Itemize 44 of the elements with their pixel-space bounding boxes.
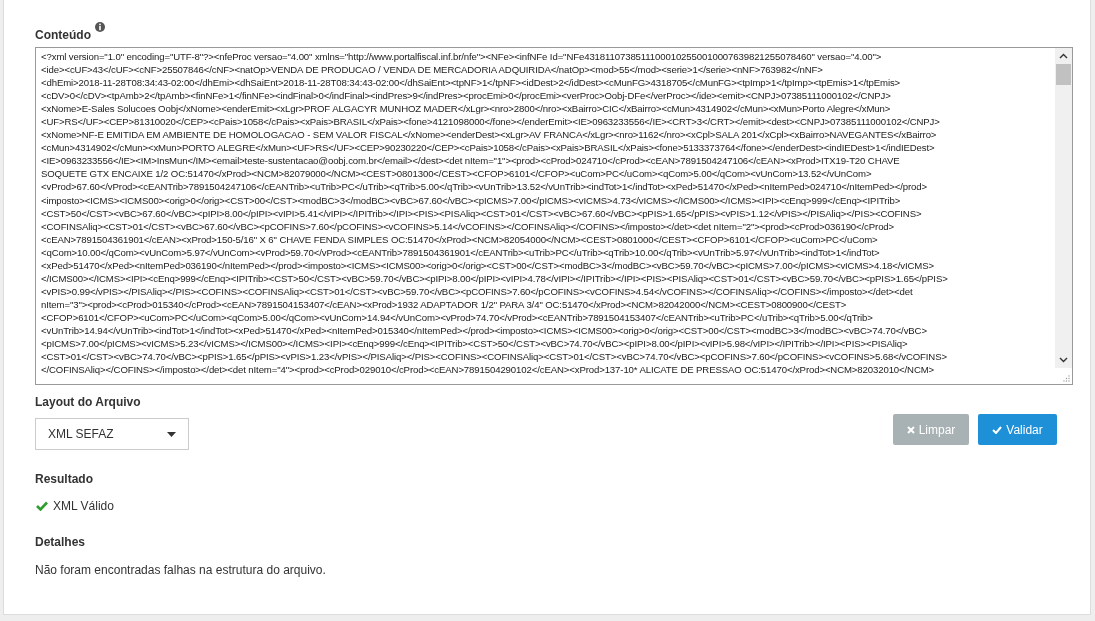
xml-line: <cMun>4314902</cMun><xMun>PORTO ALEGRE</xMun><UF>RS</UF><CEP>90230220</CEP><cPais>1058</cPais><xPais>BRASIL</xPais><fone>5133373764</fone></enderDest><indIEDest>1</indIEDest> bbox=[41, 141, 936, 155]
xml-line: <xPed>51470</xPed><nItemPed>036190</nItemPed></prod><imposto><ICMS><ICMS00><orig>0</orig><CST>00</CST><modBC>3</modBC><vBC>59.70</vBC><pICMS>7.00</pICMS><vICMS>4.18</vICMS> bbox=[41, 258, 935, 272]
result-text: XML Válido bbox=[53, 499, 114, 513]
xml-line: <IE>0963233556</IE><IM>InsMun</IM><email>teste-sustentacao@oobj.com.br</email></dest><det nItem="1"><prod><cProd>024710</cProd><cEAN>7891504247106</cEAN><xProd>ITX19-T20 CHAVE bbox=[41, 154, 901, 168]
xml-line: <CST>01</CST><vBC>74.70</vBC><pPIS>1.65</pPIS><vPIS>1.23</vPIS></PISAliq></PIS><COFINS><COFINSAliq><CST>01</CST><vBC>74.70</vBC><pCOFINS>7.60</pCOFINS><vCOFINS>5.68</vCOFINS> bbox=[41, 350, 948, 364]
scrollbar-thumb[interactable] bbox=[1056, 64, 1071, 85]
xml-line: <ide><cUF>43</cUF><cNF>25507846</cNF><natOp>VENDA DE PRODUCAO / VENDA DE MERCADORIA ADQUIRIDA</natOp><mod>55</mod><serie>1</serie><nNF>763982</nNF> bbox=[41, 63, 824, 77]
xml-line: SOQUETE GTX ENCAIXE 1/2 OC:51470</xProd><NCM>82079000</NCM><CEST>0801300</CEST><CFOP>6101</CFOP><uCom>PC</uCom><qCom>5.00</qCom><vUnCom>13.52</vUnCom> bbox=[41, 167, 873, 181]
xml-line: </ICMS00></ICMS><IPI><cEnq>999</cEnq><IPITrib><CST>50</CST><vBC>59.70</vBC><pIPI>8.00</pIPI><vIPI>4.78</vIPI></IPITrib></IPI><PIS><PISAliq><CST>01</CST><vBC>59.70</vBC><pPIS>1.65</pPIS> bbox=[41, 271, 949, 285]
xml-line: <cEAN>7891504361901</cEAN><xProd>150-5/16" X 6" CHAVE FENDA SIMPLES OC:51470</xProd><NCM>82054000</NCM><CEST>0801000</CEST><CFOP>6101</CFOP><uCom>PC</uCom> bbox=[41, 232, 879, 246]
xml-line: <vPIS>0.99</vPIS></PISAliq></PIS><COFINS><COFINSAliq><CST>01</CST><vBC>59.70</vBC><pCOFINS>7.60</pCOFINS><vCOFINS>4.54</vCOFINS></COFINSAliq></COFINS></imposto></det><det bbox=[41, 284, 914, 298]
validate-button[interactable]: Validar bbox=[978, 414, 1057, 445]
xml-line: <CFOP>6101</CFOP><uCom>PC</uCom><qCom>5.00</qCom><vUnCom>14.94</vUnCom><vProd>74.70</vProd><cEANTrib>7891504153407</cEANTrib><uTrib>PC</uTrib><qTrib>5.00</qTrib> bbox=[41, 310, 874, 324]
close-icon bbox=[906, 425, 915, 434]
xml-line: <qCom>10.00</qCom><vUnCom>5.97</vUnCom><vProd>59.70</vProd><cEANTrib>7891504361901</cEANTrib><uTrib>PC</uTrib><qTrib>10.00</qTrib><vUnTrib>5.97</vUnTrib><indTot>1</indTot> bbox=[41, 245, 881, 259]
xml-line: </COFINSAliq></COFINS></imposto></det><det nItem="4"><prod><cProd>029010</cProd><cEAN>7891504290102</cEAN><xProd>137-10* ALICATE DE PRESSAO OC:51470</xProd><NCM>82032010</NCM> bbox=[41, 363, 936, 377]
xml-line: <CST>50</CST><vBC>67.60</vBC><pIPI>8.00</pIPI><vIPI>5.41</vIPI></IPITrib></IPI><PIS><PISAliq><CST>01</CST><vBC>67.60</vBC><pPIS>1.65</pPIS><vPIS>1.12</vPIS></PISAliq></PIS><COFINS> bbox=[41, 206, 923, 220]
xml-text-area[interactable] bbox=[35, 47, 1073, 385]
xml-line: <vProd>67.60</vProd><cEANTrib>7891504247106</cEANTrib><uTrib>PC</uTrib><qTrib>5.00</qTrib><vUnTrib>13.52</vUnTrib><indTot>1</indTot><xPed>51470</xPed><nItemPed>024710</nItemPed></prod> bbox=[41, 180, 929, 194]
clear-button[interactable]: Limpar bbox=[893, 414, 969, 445]
field-label: Conteúdo bbox=[35, 28, 91, 42]
caret-icon bbox=[167, 431, 176, 437]
xml-line: <dhEmi>2018-11-28T08:34:43-02:00</dhEmi><dhSaiEnt>2018-11-28T08:34:43-02:00</dhSaiEnt><tpNF>1</tpNF><idDest>2</idDest><cMunFG>4318705</cMunFG><tpImp>1</tpImp><tpEmis>1</tpEmis> bbox=[41, 76, 902, 90]
info-icon bbox=[95, 22, 105, 32]
xml-line: <COFINSAliq><CST>01</CST><vBC>67.60</vBC><pCOFINS>7.60</pCOFINS><vCOFINS>5.14</vCOFINS></COFINSAliq></COFINS></imposto></det><det nItem="2"><prod><cProd>036190</cProd> bbox=[41, 219, 896, 233]
field-label: Layout do Arquivo bbox=[35, 395, 142, 409]
xml-line: <vUnTrib>14.94</vUnTrib><indTot>1</indTot><xPed>51470</xPed><nItemPed>015340</nItemPed></prod><imposto><ICMS><ICMS00><orig>0</orig><CST>00</CST><modBC>3</modBC><vBC>74.70</vBC> bbox=[41, 324, 928, 338]
xml-line: <cDV>0</cDV><tpAmb>2</tpAmb><finNFe>1</finNFe><indFinal>0</indFinal><indPres>9</indPres><procEmi>0</procEmi><verProc>Oobj-DFe</verProc></ide><emit><CNPJ>07385111000102</CNPJ> bbox=[41, 89, 892, 103]
xml-line: <xNome>NF-E EMITIDA EM AMBIENTE DE HOMOLOGACAO - SEM VALOR FISCAL</xNome><enderDest><xLgr>AV FRANCA</xLgr><nro>1162</nro><xCpl>SALA 201</xCpl><xBairro>NAVEGANTES</xBairro> bbox=[41, 128, 938, 142]
scrollbar[interactable] bbox=[1055, 48, 1072, 368]
xml-line: nItem="3"><prod><cProd>015340</cProd><cEAN>7891504153407</cEAN><xProd>1932 ADAPTADOR 1/2" PARA 3/4" OC:51470</xProd><NCM>82042000</NCM><CEST>0800900</CEST> bbox=[41, 297, 848, 311]
xml-line: <imposto><ICMS><ICMS00><orig>0</orig><CST>00</CST><modBC>3</modBC><vBC>67.60</vBC><pICMS>7.00</pICMS><vICMS>4.73</vICMS></ICMS00></ICMS><IPI><cEnq>999</cEnq><IPITrib> bbox=[41, 193, 902, 207]
check-icon bbox=[992, 425, 1003, 434]
scroll-up-icon bbox=[1059, 53, 1068, 59]
section-label: Detalhes bbox=[35, 535, 87, 549]
xml-line: <UF>RS</UF><CEP>81310020</CEP><cPais>1058</cPais><xPais>BRASIL</xPais><fone>4121098000</fone></enderEmit><IE>0963233556</IE><CRT>3</CRT></emit><dest><CNPJ>07385111000102</CNPJ> bbox=[41, 115, 941, 129]
section-label: Resultado bbox=[35, 472, 94, 486]
scroll-down-icon bbox=[1059, 357, 1068, 363]
xml-line: <pICMS>7.00</pICMS><vICMS>5.23</vICMS></ICMS00></ICMS><IPI><cEnq>999</cEnq><IPITrib><CST>50</CST><vBC>74.70</vBC><pIPI>8.00</pIPI><vIPI>5.98</vIPI></IPITrib></IPI><PIS><PISAliq> bbox=[41, 337, 909, 351]
xml-line: <?xml version="1.0" encoding="UTF-8"?><nfeProc versao="4.00" xmlns="http://www.portalfiscal.inf.br/nfe"><NFe><infNFe Id="NFe43181107385111000102550010007639821255078460" versao="4.00"> bbox=[41, 50, 883, 64]
layout-select[interactable]: XML SEFAZ bbox=[35, 418, 189, 450]
resize-grip-icon bbox=[1063, 375, 1070, 382]
xml-line: <xNome>E-Sales Solucoes Oobj</xNome><enderEmit><xLgr>PROF ALGACYR MUNHOZ MADER</xLgr><nro>2800</nro><xBairro>CIC</xBairro><cMun>4314902</cMun><xMun>Porto Alegre</xMun> bbox=[41, 102, 892, 116]
details-text: Não foram encontradas falhas na estrutura do arquivo. bbox=[35, 563, 327, 577]
